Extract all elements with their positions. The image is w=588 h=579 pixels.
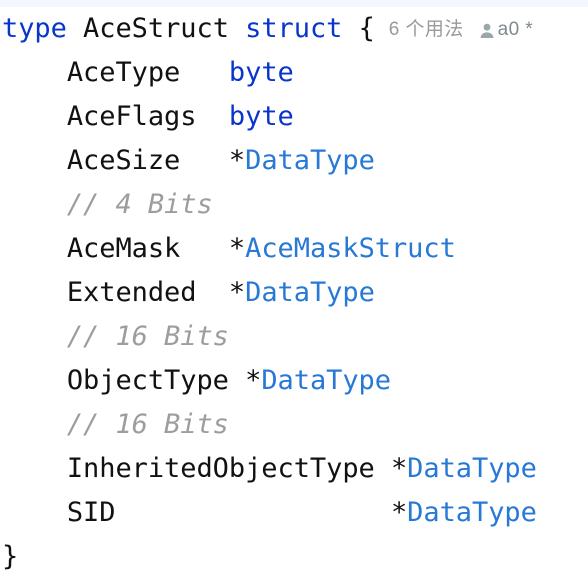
field-pad <box>196 101 228 132</box>
field-pad <box>180 145 229 176</box>
person-icon <box>478 21 496 40</box>
code-line-field-acetype[interactable]: AceType byte <box>0 51 588 95</box>
code-line-field-objecttype[interactable]: ObjectType *DataType <box>0 359 588 403</box>
field-pad <box>180 57 229 88</box>
comment-text: // 16 Bits <box>66 409 229 440</box>
field-pad <box>180 233 229 264</box>
field-type[interactable]: DataType <box>245 277 375 308</box>
field-type[interactable]: DataType <box>407 453 537 484</box>
editor-top-edge <box>0 0 588 7</box>
struct-name[interactable]: AceStruct <box>83 13 229 44</box>
field-name[interactable]: AceType <box>67 57 181 88</box>
open-brace: { <box>358 13 375 44</box>
field-pad <box>229 365 245 396</box>
code-line-field-extended[interactable]: Extended *DataType <box>0 271 588 315</box>
pointer-star: * <box>228 277 246 308</box>
code-lines-container: type AceStruct struct {6 个用法 a0 * AceType… <box>0 7 588 579</box>
field-name[interactable]: AceMask <box>67 233 181 264</box>
pointer-star: * <box>390 497 408 528</box>
field-type[interactable]: DataType <box>407 497 537 528</box>
code-line-comment-16bits-b[interactable]: // 16 Bits <box>0 403 588 447</box>
code-line-close-brace[interactable]: } <box>0 535 588 579</box>
pointer-star: * <box>228 233 246 264</box>
pointer-star: * <box>245 365 262 396</box>
field-type[interactable]: AceMaskStruct <box>245 233 456 264</box>
code-line-field-acesize[interactable]: AceSize *DataType <box>0 139 588 183</box>
codelens-usages[interactable]: 6 个用法 <box>389 19 464 40</box>
comment-text: // 4 Bits <box>66 189 213 220</box>
code-line-comment-4bits[interactable]: // 4 Bits <box>0 183 588 227</box>
field-type[interactable]: DataType <box>245 145 375 176</box>
field-type[interactable]: byte <box>229 57 294 88</box>
field-type[interactable]: byte <box>229 101 294 132</box>
code-line-comment-16bits-a[interactable]: // 16 Bits <box>0 315 588 359</box>
field-name[interactable]: Extended <box>67 277 197 308</box>
comment-text: // 16 Bits <box>66 321 229 352</box>
field-type[interactable]: DataType <box>261 365 391 396</box>
field-name[interactable]: SID <box>67 497 116 528</box>
pointer-star: * <box>390 453 408 484</box>
field-pad <box>196 277 228 308</box>
close-brace: } <box>2 541 19 572</box>
field-name[interactable]: InheritedObjectType <box>67 453 375 484</box>
code-line-field-sid[interactable]: SID *DataType <box>0 491 588 535</box>
code-editor-view: type AceStruct struct {6 个用法 a0 * AceType… <box>0 0 588 574</box>
field-name[interactable]: ObjectType <box>67 365 229 396</box>
code-line-declaration[interactable]: type AceStruct struct {6 个用法 a0 * <box>0 7 588 51</box>
field-name[interactable]: AceFlags <box>67 101 197 132</box>
keyword-struct: struct <box>245 13 343 44</box>
codelens-author[interactable]: a0 * <box>498 19 533 40</box>
field-name[interactable]: AceSize <box>67 145 181 176</box>
field-pad <box>115 497 391 528</box>
code-line-field-acemask[interactable]: AceMask *AceMaskStruct <box>0 227 588 271</box>
code-line-field-inheritedobjecttype[interactable]: InheritedObjectType *DataType <box>0 447 588 491</box>
field-pad <box>375 453 391 484</box>
code-line-field-aceflags[interactable]: AceFlags byte <box>0 95 588 139</box>
pointer-star: * <box>228 145 246 176</box>
keyword-type: type <box>2 13 67 44</box>
